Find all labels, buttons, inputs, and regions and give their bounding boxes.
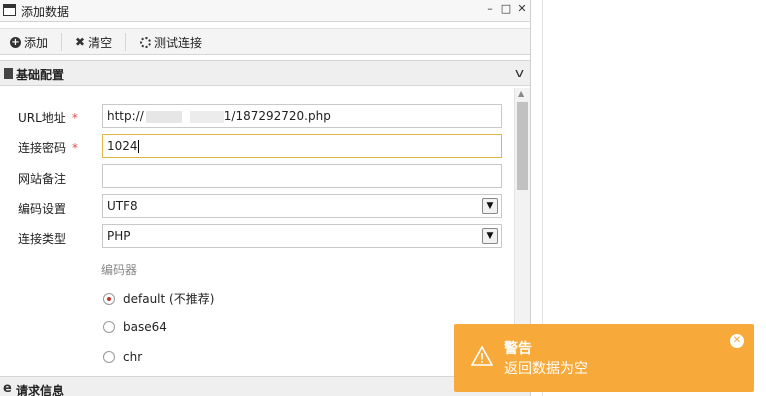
encoder-option-label: chr	[123, 350, 143, 364]
encoder-option-default[interactable]: default (不推荐)	[103, 290, 214, 307]
window-titlebar[interactable]: 添加数据 – □ ✕	[0, 0, 530, 22]
password-value: 1024	[107, 139, 138, 153]
encoder-option-base64[interactable]: base64	[103, 320, 167, 334]
encoder-group-title: 编码器	[101, 263, 138, 277]
document-icon	[4, 68, 13, 79]
encoding-value: UTF8	[107, 199, 138, 213]
basic-config-title: 基础配置	[16, 68, 65, 82]
type-value: PHP	[107, 229, 131, 243]
maximize-button[interactable]: □	[500, 2, 512, 15]
request-info-header[interactable]: e 请求信息 v	[0, 376, 530, 396]
basic-config-header[interactable]: 基础配置 v	[0, 60, 530, 86]
url-label: URL地址 *	[18, 111, 78, 125]
redacted-block	[189, 110, 224, 123]
type-label: 连接类型	[18, 232, 67, 246]
minimize-button[interactable]: –	[484, 2, 496, 15]
encoder-option-chr[interactable]: chr	[103, 350, 142, 364]
basic-config-body: URL地址 * http:// 1/187292720.php 连接密码 * 1024…	[0, 86, 530, 376]
encoding-label: 编码设置	[18, 202, 67, 216]
radio-icon	[103, 321, 115, 333]
add-button[interactable]: + 添加	[10, 33, 48, 51]
chevron-down-icon[interactable]: v	[515, 66, 524, 80]
scroll-up-icon[interactable]: ▲	[518, 89, 524, 98]
chevron-down-icon: ▼	[482, 198, 498, 214]
scrollbar-thumb[interactable]	[517, 102, 528, 190]
text-caret	[137, 140, 139, 153]
toast-message: 返回数据为空	[504, 361, 588, 377]
toast-close-icon[interactable]: ✕	[730, 334, 744, 348]
password-field[interactable]: 1024	[102, 134, 502, 158]
redacted-block	[145, 110, 182, 123]
radio-icon	[103, 351, 115, 363]
chevron-down-icon: ▼	[482, 228, 498, 244]
test-connection-button[interactable]: 测试连接	[140, 33, 202, 51]
warning-toast: 警告 返回数据为空 ✕	[454, 324, 754, 392]
note-label: 网站备注	[18, 172, 67, 186]
plus-icon: +	[10, 36, 21, 48]
toast-title: 警告	[504, 341, 532, 357]
add-button-label: 添加	[24, 35, 49, 50]
window-icon	[3, 4, 16, 16]
encoder-option-label: default (不推荐)	[123, 292, 215, 306]
url-value-end: 1/187292720.php	[223, 109, 331, 123]
warning-icon	[471, 346, 493, 366]
spinner-icon	[140, 36, 151, 48]
toolbar-divider	[61, 33, 62, 51]
e-icon: e	[3, 381, 12, 396]
url-field[interactable]: http:// 1/187292720.php	[102, 104, 502, 128]
toolbar-divider	[125, 33, 126, 51]
test-connection-label: 测试连接	[154, 35, 203, 50]
toolbar: + 添加 ✖ 清空 测试连接	[0, 28, 530, 55]
url-value-start: http://	[107, 109, 144, 123]
clear-icon: ✖	[75, 35, 86, 49]
encoder-option-label: base64	[123, 320, 167, 334]
add-data-window: 添加数据 – □ ✕ + 添加 ✖ 清空 测试连接 基础配置 v URL地址 * …	[0, 0, 531, 396]
close-button[interactable]: ✕	[516, 2, 528, 15]
encoding-select[interactable]: UTF8 ▼	[102, 194, 502, 218]
window-title: 添加数据	[21, 5, 70, 19]
radio-checked-icon	[103, 292, 115, 305]
type-select[interactable]: PHP ▼	[102, 224, 502, 248]
clear-button[interactable]: ✖ 清空	[75, 33, 112, 51]
note-field[interactable]	[102, 164, 502, 188]
request-info-title: 请求信息	[16, 384, 65, 396]
password-label: 连接密码 *	[18, 141, 79, 155]
clear-button-label: 清空	[88, 35, 113, 50]
